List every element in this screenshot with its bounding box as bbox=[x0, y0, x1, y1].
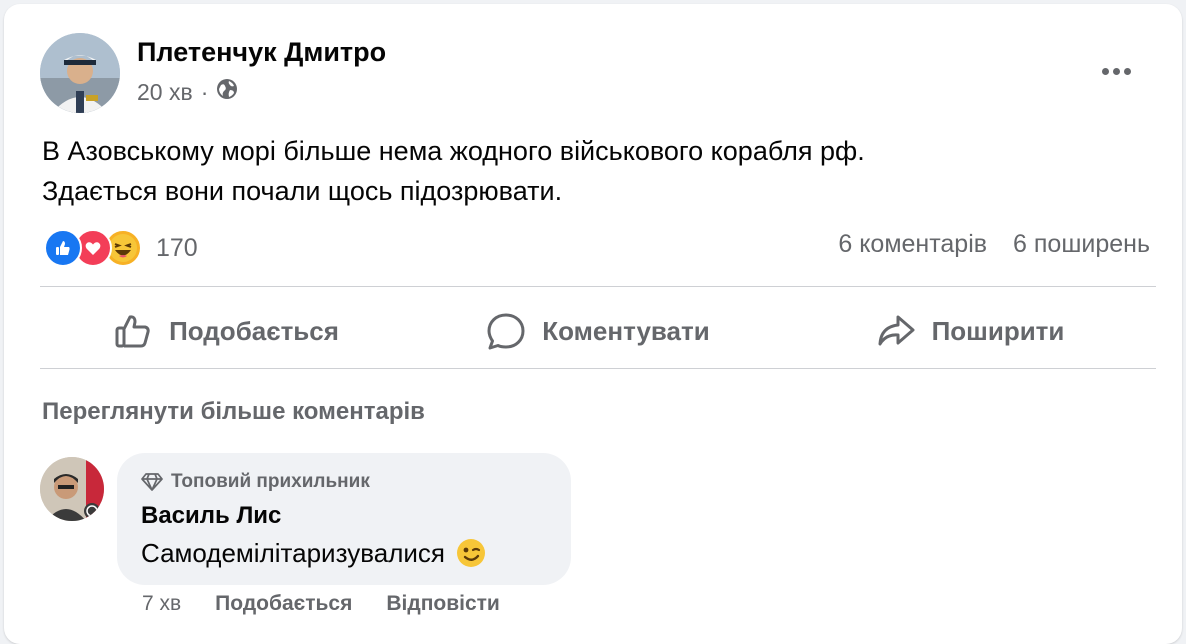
post-card: Плетенчук Дмитро 20 хв · В Азовському мо… bbox=[4, 4, 1182, 644]
commenter-avatar[interactable] bbox=[40, 457, 104, 521]
shares-count[interactable]: 6 поширень bbox=[1013, 230, 1150, 259]
divider bbox=[40, 368, 1156, 369]
post-text: В Азовському морі більше нема жодного ві… bbox=[42, 131, 1142, 211]
dot bbox=[1123, 67, 1131, 75]
post-actions-bar: Подобається Коментувати Поширити bbox=[40, 296, 1156, 366]
winking-face-icon bbox=[456, 539, 485, 567]
more-options-button[interactable] bbox=[1096, 56, 1136, 86]
post-meta: 20 хв · bbox=[137, 78, 238, 106]
like-reaction-icon bbox=[44, 229, 82, 267]
post-time[interactable]: 20 хв bbox=[137, 79, 193, 106]
post-stats: 6 коментарів 6 поширень bbox=[838, 230, 1150, 259]
comment-meta: 7 хв Подобається Відповісти bbox=[142, 592, 500, 616]
post-author-name[interactable]: Плетенчук Дмитро bbox=[137, 37, 386, 68]
diamond-icon bbox=[141, 473, 163, 491]
post-text-line: В Азовському морі більше нема жодного ві… bbox=[42, 136, 865, 166]
badge-label: Топовий прихильник bbox=[171, 471, 370, 492]
author-photo-icon bbox=[40, 33, 120, 113]
thumbs-up-icon bbox=[115, 315, 150, 348]
comment-reply-link[interactable]: Відповісти bbox=[386, 592, 499, 616]
comment-button-label: Коментувати bbox=[542, 315, 710, 346]
dot bbox=[1101, 67, 1109, 75]
commenter-name[interactable]: Василь Лис bbox=[141, 502, 281, 530]
meta-separator: · bbox=[200, 78, 209, 105]
comment-time[interactable]: 7 хв bbox=[142, 592, 181, 616]
share-button-label: Поширити bbox=[931, 315, 1065, 346]
share-button[interactable]: Поширити bbox=[784, 296, 1156, 366]
like-button-label: Подобається bbox=[169, 315, 339, 346]
speech-bubble-icon bbox=[487, 313, 525, 350]
see-more-comments-link[interactable]: Переглянути більше коментарів bbox=[42, 398, 425, 426]
post-text-line: Здається вони почали щось підозрювати. bbox=[42, 176, 563, 206]
commenter-photo-icon bbox=[40, 457, 104, 521]
reactions-summary[interactable]: 170 bbox=[44, 228, 198, 268]
top-fan-badge[interactable]: Топовий прихильник bbox=[141, 471, 370, 493]
author-avatar[interactable] bbox=[40, 33, 120, 113]
reaction-count[interactable]: 170 bbox=[156, 234, 198, 263]
dot bbox=[1112, 67, 1120, 75]
comment-bubble: Топовий прихильник Василь Лис Самодемілі… bbox=[117, 453, 571, 585]
like-button[interactable]: Подобається bbox=[40, 296, 412, 366]
share-arrow-icon bbox=[878, 315, 915, 346]
comments-count[interactable]: 6 коментарів bbox=[838, 230, 987, 259]
comment-like-link[interactable]: Подобається bbox=[215, 592, 352, 616]
divider bbox=[40, 286, 1156, 287]
comment-text-body: Самодемілітаризувалися bbox=[141, 537, 445, 568]
comment-text: Самодемілітаризувалися bbox=[141, 537, 487, 569]
globe-icon[interactable] bbox=[216, 78, 238, 106]
comment-button[interactable]: Коментувати bbox=[412, 296, 784, 366]
